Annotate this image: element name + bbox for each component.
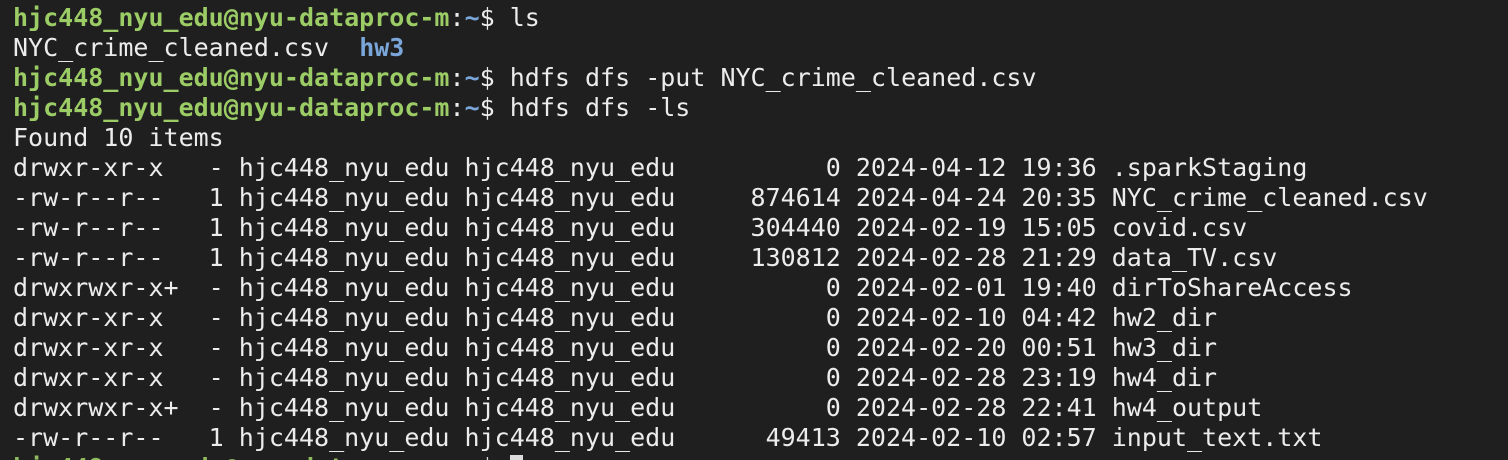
command-line-ls: hjc448_nyu_edu@nyu-dataproc-m:~$ ls xyxy=(13,3,1508,33)
hdfs-list-row: -rw-r--r-- 1 hjc448_nyu_edu hjc448_nyu_e… xyxy=(13,243,1278,272)
command-line-hdfs-ls: hjc448_nyu_edu@nyu-dataproc-m:~$ hdfs df… xyxy=(13,93,1508,123)
hdfs-list-row: drwxr-xr-x - hjc448_nyu_edu hjc448_nyu_e… xyxy=(13,363,1218,392)
command-text: hdfs dfs -put NYC_crime_cleaned.csv xyxy=(509,63,1037,92)
command-line-current[interactable]: hjc448_nyu_edu@nyu-dataproc-m:~$ xyxy=(13,453,1508,460)
prompt-colon: : xyxy=(449,63,465,92)
ls-file-entry: NYC_crime_cleaned.csv xyxy=(13,33,330,62)
prompt-user-host: hjc448_nyu_edu@nyu-dataproc-m xyxy=(13,3,450,32)
hdfs-list-row: drwxrwxr-x+ - hjc448_nyu_edu hjc448_nyu_… xyxy=(13,273,1353,302)
prompt-user-host: hjc448_nyu_edu@nyu-dataproc-m xyxy=(13,93,450,122)
prompt-path: ~ xyxy=(465,453,480,460)
prompt-colon: : xyxy=(450,453,465,460)
hdfs-list-row: drwxr-xr-x - hjc448_nyu_edu hjc448_nyu_e… xyxy=(13,153,1308,182)
prompt-dollar: $ xyxy=(479,63,510,92)
prompt-path: ~ xyxy=(464,63,480,92)
prompt-dollar: $ xyxy=(480,453,510,460)
ls-output-line: NYC_crime_cleaned.csv hw3 xyxy=(13,33,1508,63)
ls-spacer xyxy=(329,33,359,62)
prompt-path: ~ xyxy=(464,93,480,122)
hdfs-list-row: -rw-r--r-- 1 hjc448_nyu_edu hjc448_nyu_e… xyxy=(13,423,1323,452)
hdfs-list-row: -rw-r--r-- 1 hjc448_nyu_edu hjc448_nyu_e… xyxy=(13,183,1428,212)
prompt-colon: : xyxy=(449,93,465,122)
found-items-line: Found 10 items xyxy=(13,123,224,152)
prompt-path: ~ xyxy=(464,3,480,32)
prompt-user-host: hjc448_nyu_edu@nyu-dataproc-m xyxy=(13,453,450,460)
prompt-dollar: $ xyxy=(479,93,510,122)
ls-dir-entry: hw3 xyxy=(359,33,405,62)
command-text: hdfs dfs -ls xyxy=(509,93,691,122)
command-line-put: hjc448_nyu_edu@nyu-dataproc-m:~$ hdfs df… xyxy=(13,63,1508,93)
hdfs-list-row: -rw-r--r-- 1 hjc448_nyu_edu hjc448_nyu_e… xyxy=(13,213,1248,242)
prompt-dollar: $ xyxy=(479,3,510,32)
hdfs-list-row: drwxr-xr-x - hjc448_nyu_edu hjc448_nyu_e… xyxy=(13,333,1218,362)
hdfs-list-row: drwxrwxr-x+ - hjc448_nyu_edu hjc448_nyu_… xyxy=(13,393,1263,422)
command-text: ls xyxy=(509,3,540,32)
prompt-colon: : xyxy=(449,3,465,32)
hdfs-list-row: drwxr-xr-x - hjc448_nyu_edu hjc448_nyu_e… xyxy=(13,303,1218,332)
terminal-window[interactable]: hjc448_nyu_edu@nyu-dataproc-m:~$ ls NYC_… xyxy=(0,0,1508,460)
text-cursor xyxy=(509,455,523,460)
prompt-user-host: hjc448_nyu_edu@nyu-dataproc-m xyxy=(13,63,450,92)
